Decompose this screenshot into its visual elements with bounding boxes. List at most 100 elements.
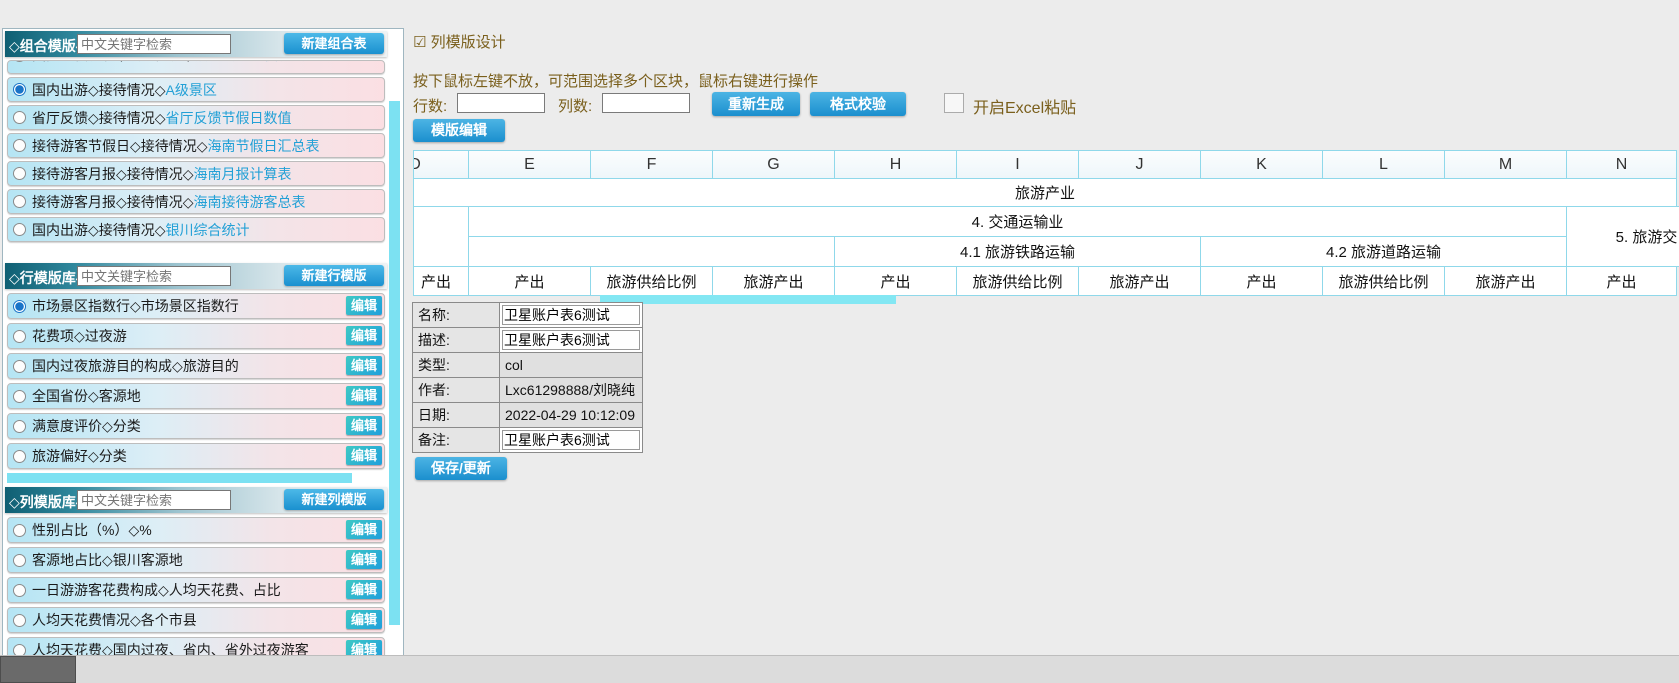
- sidebar-item[interactable]: 国内过夜旅游目的构成◇旅游目的 编辑: [7, 353, 385, 379]
- cell-transport-industry[interactable]: 4. 交通运输业: [468, 206, 1567, 237]
- item-label: 接待游客月报◇接待情况◇海南接待游客总表: [32, 193, 306, 210]
- item-label: 市场景区指数行◇市场景区指数行: [32, 298, 239, 314]
- radio-selected-icon[interactable]: [13, 299, 26, 313]
- design-mode-checkbox-icon[interactable]: ☑: [413, 34, 426, 51]
- excel-paste-checkbox[interactable]: [944, 93, 964, 113]
- spreadsheet-hscroll-thumb[interactable]: [600, 295, 896, 304]
- cell-road-transport[interactable]: 4.2 旅游道路运输: [1200, 236, 1567, 267]
- radio-icon[interactable]: [13, 449, 26, 463]
- column-header-H[interactable]: H: [834, 150, 957, 179]
- radio-icon[interactable]: [13, 195, 26, 208]
- save-update-button[interactable]: 保存/更新: [415, 457, 507, 480]
- edit-button[interactable]: 编辑: [346, 356, 382, 375]
- cell-measure-1[interactable]: 产出: [468, 266, 591, 296]
- radio-icon[interactable]: [13, 389, 26, 403]
- edit-button[interactable]: 编辑: [346, 446, 382, 465]
- edit-button[interactable]: 编辑: [346, 580, 382, 599]
- radio-icon[interactable]: [13, 419, 26, 433]
- cell-rail-transport[interactable]: 4.1 旅游铁路运输: [834, 236, 1201, 267]
- cell-measure-8[interactable]: 旅游供给比例: [1322, 266, 1445, 296]
- sidebar-item[interactable]: 满意度评价◇分类 编辑: [7, 413, 385, 439]
- radio-icon[interactable]: [13, 613, 26, 627]
- column-header-G[interactable]: G: [712, 150, 835, 179]
- column-header-L[interactable]: L: [1322, 150, 1445, 179]
- radio-icon[interactable]: [13, 359, 26, 373]
- sidebar-scrollbar-thumb[interactable]: [389, 101, 400, 625]
- sidebar-item[interactable]: 一日游游客花费构成◇人均天花费、占比 编辑: [7, 577, 385, 603]
- radio-icon[interactable]: [13, 139, 26, 152]
- row-search-input[interactable]: [77, 266, 231, 286]
- column-header-I[interactable]: I: [956, 150, 1079, 179]
- rows-count-input[interactable]: [457, 93, 545, 113]
- cell-tourism-industry[interactable]: 旅游产业: [413, 178, 1677, 207]
- new-row-template-button[interactable]: 新建行模版: [284, 265, 384, 286]
- edit-button[interactable]: 编辑: [346, 386, 382, 405]
- sidebar-item[interactable]: 国内出游◇接待情况◇银川综合统计: [7, 217, 385, 242]
- sidebar-item[interactable]: 花费项◇过夜游 编辑: [7, 323, 385, 349]
- template-edit-button[interactable]: 模版编辑: [413, 119, 505, 142]
- column-header-M[interactable]: M: [1444, 150, 1567, 179]
- radio-icon[interactable]: [13, 111, 26, 124]
- sidebar-item[interactable]: 接待游客月报◇接待情况◇海南月报计算表: [7, 161, 385, 186]
- column-header-D[interactable]: D: [413, 150, 469, 179]
- sidebar-item[interactable]: 全国省份◇客源地 编辑: [7, 383, 385, 409]
- radio-icon[interactable]: [13, 523, 26, 537]
- sidebar-item[interactable]: 国内出游◇接待情况◇A级景区: [7, 77, 385, 102]
- regenerate-button[interactable]: 重新生成: [712, 92, 800, 116]
- form-input[interactable]: [500, 428, 642, 452]
- form-row: 日期: 2022-04-29 10:12:09: [412, 402, 643, 428]
- cell-measure-2[interactable]: 旅游供给比例: [590, 266, 713, 296]
- form-input[interactable]: [500, 328, 642, 352]
- radio-selected-icon[interactable]: [13, 83, 26, 96]
- cell-measure-10[interactable]: 产出: [1566, 266, 1677, 296]
- column-header-K[interactable]: K: [1200, 150, 1323, 179]
- edit-button[interactable]: 编辑: [346, 326, 382, 345]
- new-col-template-button[interactable]: 新建列模版: [284, 489, 384, 510]
- sidebar-item[interactable]: 人均天花费◇国内过夜、省内、省外过夜游客 编辑: [7, 637, 385, 656]
- row-panel-hscrollbar[interactable]: [5, 473, 385, 483]
- cell-category5[interactable]: 5. 旅游交: [1566, 206, 1679, 267]
- radio-icon[interactable]: [13, 223, 26, 236]
- panel-combo-templates: ◇组合模版◇ 新建组合表 国内过夜游客◇接待情况◇银川县区过夜游接待国内出游◇接…: [3, 29, 403, 242]
- new-combo-table-button[interactable]: 新建组合表: [284, 33, 384, 54]
- edit-button[interactable]: 编辑: [346, 520, 382, 539]
- sidebar-item[interactable]: 客源地占比◇银川客源地 编辑: [7, 547, 385, 573]
- sidebar-item[interactable]: 接待游客月报◇接待情况◇海南接待游客总表: [7, 189, 385, 214]
- format-validate-button[interactable]: 格式校验: [810, 92, 906, 116]
- radio-icon[interactable]: [13, 329, 26, 343]
- cell-measure-7[interactable]: 产出: [1200, 266, 1323, 296]
- radio-icon[interactable]: [13, 583, 26, 597]
- cell-measure-4[interactable]: 产出: [834, 266, 957, 296]
- sidebar-item[interactable]: 人均天花费情况◇各个市县 编辑: [7, 607, 385, 633]
- sidebar-item[interactable]: 市场景区指数行◇市场景区指数行 编辑: [7, 293, 385, 319]
- sidebar-item[interactable]: 国内过夜游客◇接待情况◇银川县区过夜游接待: [7, 60, 385, 74]
- column-header-F[interactable]: F: [590, 150, 713, 179]
- cell-empty[interactable]: [413, 206, 469, 267]
- sidebar-item[interactable]: 省厅反馈◇接待情况◇省厅反馈节假日数值: [7, 105, 385, 130]
- form-input[interactable]: [500, 303, 642, 327]
- col-search-input[interactable]: [77, 490, 231, 510]
- column-header-N[interactable]: N: [1566, 150, 1677, 179]
- sidebar-item[interactable]: 性别占比（%）◇% 编辑: [7, 517, 385, 543]
- sidebar-item[interactable]: 旅游偏好◇分类 编辑: [7, 443, 385, 469]
- cell-measure-6[interactable]: 旅游产出: [1078, 266, 1201, 296]
- radio-icon[interactable]: [13, 553, 26, 567]
- cell-measure-0[interactable]: 产出: [413, 266, 469, 296]
- cols-count-input[interactable]: [602, 93, 690, 113]
- sidebar-scrollbar-track[interactable]: [389, 57, 400, 653]
- column-header-E[interactable]: E: [468, 150, 591, 179]
- edit-button[interactable]: 编辑: [346, 610, 382, 629]
- cell-measure-9[interactable]: 旅游产出: [1444, 266, 1567, 296]
- cell-empty[interactable]: [468, 236, 835, 267]
- sidebar-item[interactable]: 接待游客节假日◇接待情况◇海南节假日汇总表: [7, 133, 385, 158]
- column-header-J[interactable]: J: [1078, 150, 1201, 179]
- cell-measure-5[interactable]: 旅游供给比例: [956, 266, 1079, 296]
- edit-button[interactable]: 编辑: [346, 296, 382, 315]
- edit-button[interactable]: 编辑: [346, 416, 382, 435]
- edit-button[interactable]: 编辑: [346, 550, 382, 569]
- radio-icon[interactable]: [13, 167, 26, 180]
- cell-measure-3[interactable]: 旅游产出: [712, 266, 835, 296]
- radio-icon[interactable]: [13, 61, 26, 62]
- hscroll-thumb[interactable]: [7, 473, 352, 483]
- combo-search-input[interactable]: [77, 34, 231, 54]
